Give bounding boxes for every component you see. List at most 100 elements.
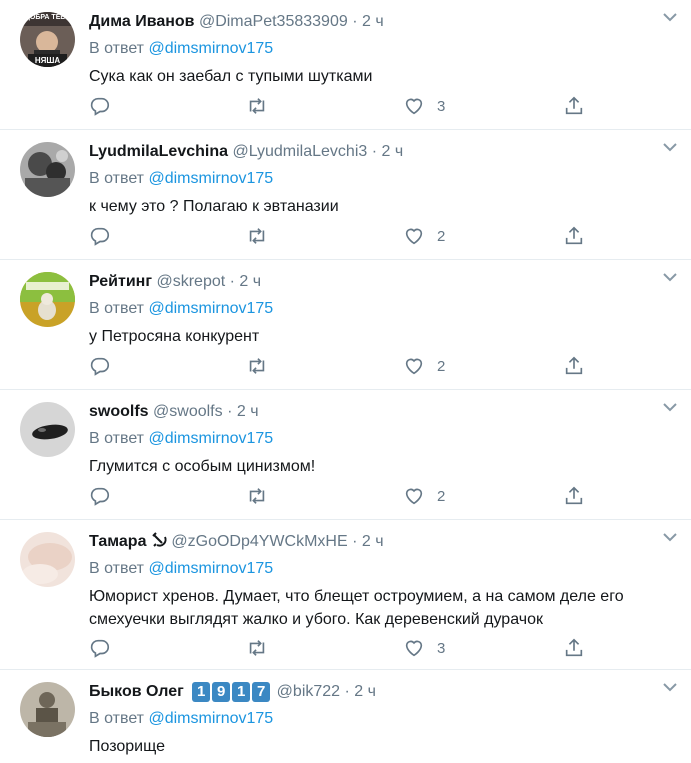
year-badge: 1917 [192,682,276,702]
reply-icon [90,639,110,658]
display-name[interactable]: Дима Иванов [89,13,195,30]
share-button[interactable] [563,484,585,508]
reply-prefix: В ответ [89,430,145,447]
heart-icon [405,640,423,657]
badge-digit: 7 [252,682,271,702]
reply-icon [90,357,110,376]
tweet-text: у Петросяна конкурент [89,328,260,345]
timestamp[interactable]: 2 ч [362,13,384,30]
retweet-button[interactable] [246,354,268,378]
heart-icon [405,358,423,375]
reply-context: В ответ @dimsmirnov175 [89,169,671,189]
user-handle[interactable]: @bik722 [277,683,340,700]
tweet-actions: 3 [89,94,589,118]
share-button[interactable] [563,224,585,248]
share-icon [565,226,583,245]
reply-mention-link[interactable]: @dimsmirnov175 [148,170,273,187]
timestamp[interactable]: 2 ч [239,273,261,290]
display-name[interactable]: Тамара [89,533,146,550]
user-handle[interactable]: @LyudmilaLevchi3 [232,143,367,160]
display-name[interactable]: Быков Олег [89,683,184,700]
chevron-down-icon[interactable] [663,532,677,542]
like-button[interactable]: 2 [403,484,445,508]
badge-digit: 1 [232,682,251,702]
badge-digit: 1 [192,682,211,702]
avatar[interactable] [20,272,75,327]
separator-dot: · [229,273,235,290]
tweet[interactable]: swoolfs @swoolfs · 2 ч В ответ @dimsmirn… [0,390,691,520]
reply-context: В ответ @dimsmirnov175 [89,39,671,59]
retweet-button[interactable] [246,636,268,660]
display-name[interactable]: LyudmilaLevchina [89,143,228,160]
reply-button[interactable] [89,354,111,378]
chevron-down-icon[interactable] [663,142,677,152]
reply-mention-link[interactable]: @dimsmirnov175 [148,300,273,317]
reply-icon [90,97,110,116]
display-name[interactable]: swoolfs [89,403,149,420]
share-button[interactable] [563,354,585,378]
chevron-down-icon[interactable] [663,682,677,692]
retweet-icon [249,640,265,656]
tweet[interactable]: Тамара @zGoODp4YWCkMxHE · 2 ч В ответ @d… [0,520,691,670]
badge-digit: 9 [212,682,231,702]
reply-mention-link[interactable]: @dimsmirnov175 [148,40,273,57]
retweet-button[interactable] [246,94,268,118]
heart-icon [405,228,423,245]
tweet[interactable]: ДОБРА ТЕБЕ НЯША Дима Иванов @DimaPet3583… [0,0,691,130]
timestamp[interactable]: 2 ч [362,533,384,550]
separator-dot: · [227,403,233,420]
avatar[interactable] [20,142,75,197]
user-handle[interactable]: @swoolfs [153,403,223,420]
reply-prefix: В ответ [89,560,145,577]
like-button[interactable]: 2 [403,354,445,378]
tweet-text: Позорище [89,738,165,755]
avatar[interactable]: ДОБРА ТЕБЕ НЯША [20,12,75,67]
avatar-caption-top: ДОБРА ТЕБЕ [24,14,71,21]
share-button[interactable] [563,636,585,660]
tweet-header: Рейтинг @skrepot · 2 ч [89,272,671,292]
reply-icon [90,487,110,506]
reply-mention-link[interactable]: @dimsmirnov175 [148,710,273,727]
like-count: 2 [437,487,446,505]
reply-button[interactable] [89,484,111,508]
like-button[interactable]: 3 [403,636,445,660]
tweet-text: Сука как он заебал с тупыми шутками [89,68,373,85]
avatar[interactable] [20,682,75,737]
tweet-text: Юморист хренов. Думает, что блещет остро… [89,588,624,628]
timestamp[interactable]: 2 ч [354,683,376,700]
timestamp[interactable]: 2 ч [382,143,404,160]
like-count: 3 [437,639,446,657]
heart-icon [405,488,423,505]
chevron-down-icon[interactable] [663,402,677,412]
reply-context: В ответ @dimsmirnov175 [89,429,671,449]
avatar[interactable] [20,402,75,457]
retweet-button[interactable] [246,484,268,508]
timestamp[interactable]: 2 ч [237,403,259,420]
reply-button[interactable] [89,94,111,118]
reply-button[interactable] [89,636,111,660]
retweet-icon [249,98,265,114]
reply-mention-link[interactable]: @dimsmirnov175 [148,430,273,447]
like-button[interactable]: 3 [403,94,445,118]
chevron-down-icon[interactable] [663,12,677,22]
display-name[interactable]: Рейтинг [89,273,152,290]
tweet[interactable]: LyudmilaLevchina @LyudmilaLevchi3 · 2 ч … [0,130,691,260]
share-button[interactable] [563,94,585,118]
chevron-down-icon[interactable] [663,272,677,282]
user-handle[interactable]: @skrepot [156,273,225,290]
reply-button[interactable] [89,224,111,248]
tweet-text: Глумится с особым цинизмом! [89,458,316,475]
reply-prefix: В ответ [89,170,145,187]
like-button[interactable]: 2 [403,224,445,248]
retweet-button[interactable] [246,224,268,248]
user-handle[interactable]: @DimaPet35833909 [199,13,348,30]
user-handle[interactable]: @zGoODp4YWCkMxHE [171,533,347,550]
tweet[interactable]: Рейтинг @skrepot · 2 ч В ответ @dimsmirn… [0,260,691,390]
tweet[interactable]: Быков Олег 1917 @bik722 · 2 ч В ответ @d… [0,670,691,763]
avatar[interactable] [20,532,75,587]
separator-dot: · [352,533,358,550]
heart-icon [405,98,423,115]
tweet-feed: ДОБРА ТЕБЕ НЯША Дима Иванов @DimaPet3583… [0,0,691,763]
retweet-icon [249,358,265,374]
reply-mention-link[interactable]: @dimsmirnov175 [148,560,273,577]
